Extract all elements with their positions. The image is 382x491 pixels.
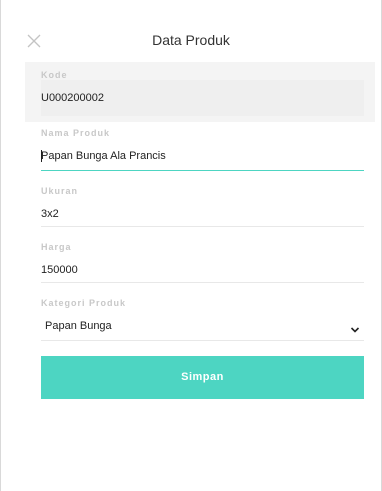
- chevron-down-icon[interactable]: [350, 322, 360, 333]
- harga-label: Harga: [41, 242, 72, 252]
- page-title: Data Produk: [152, 32, 230, 48]
- nama-produk-value: Papan Bunga Ala Prancis: [41, 150, 166, 162]
- kategori-produk-label: Kategori Produk: [41, 298, 127, 308]
- ukuran-value: 3x2: [41, 208, 59, 220]
- header: Data Produk: [1, 0, 381, 62]
- kategori-produk-underline: [41, 340, 364, 341]
- kategori-produk-select[interactable]: Kategori Produk Papan Bunga: [41, 298, 364, 342]
- ukuran-label: Ukuran: [41, 186, 79, 196]
- harga-underline: [41, 282, 364, 283]
- ukuran-underline: [41, 226, 364, 227]
- kategori-produk-value: Papan Bunga: [45, 320, 112, 332]
- kode-field: U000200002: [41, 80, 364, 116]
- kode-value: U000200002: [41, 92, 105, 104]
- save-button[interactable]: Simpan: [41, 356, 364, 399]
- harga-value: 150000: [41, 264, 78, 276]
- nama-produk-label: Nama Produk: [41, 128, 111, 138]
- harga-field[interactable]: Harga 150000: [41, 242, 364, 286]
- nama-produk-underline: [41, 170, 364, 171]
- ukuran-field[interactable]: Ukuran 3x2: [41, 186, 364, 230]
- kode-label: Kode: [41, 70, 68, 80]
- product-form-screen: Data Produk Kode U000200002 Nama Produk …: [0, 0, 382, 491]
- nama-produk-field[interactable]: Nama Produk Papan Bunga Ala Prancis: [41, 128, 364, 174]
